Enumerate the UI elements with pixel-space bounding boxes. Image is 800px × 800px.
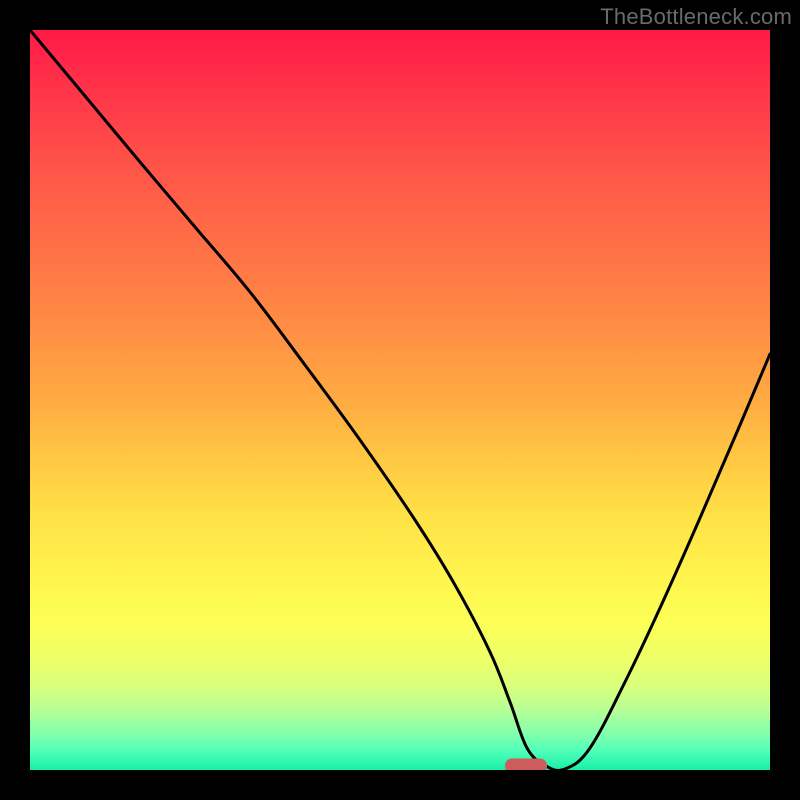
watermark-text: TheBottleneck.com [600,4,792,30]
chart-frame: TheBottleneck.com [0,0,800,800]
marker-svg [30,30,770,770]
plot-area [30,30,770,770]
sweet-spot-marker [505,759,547,771]
